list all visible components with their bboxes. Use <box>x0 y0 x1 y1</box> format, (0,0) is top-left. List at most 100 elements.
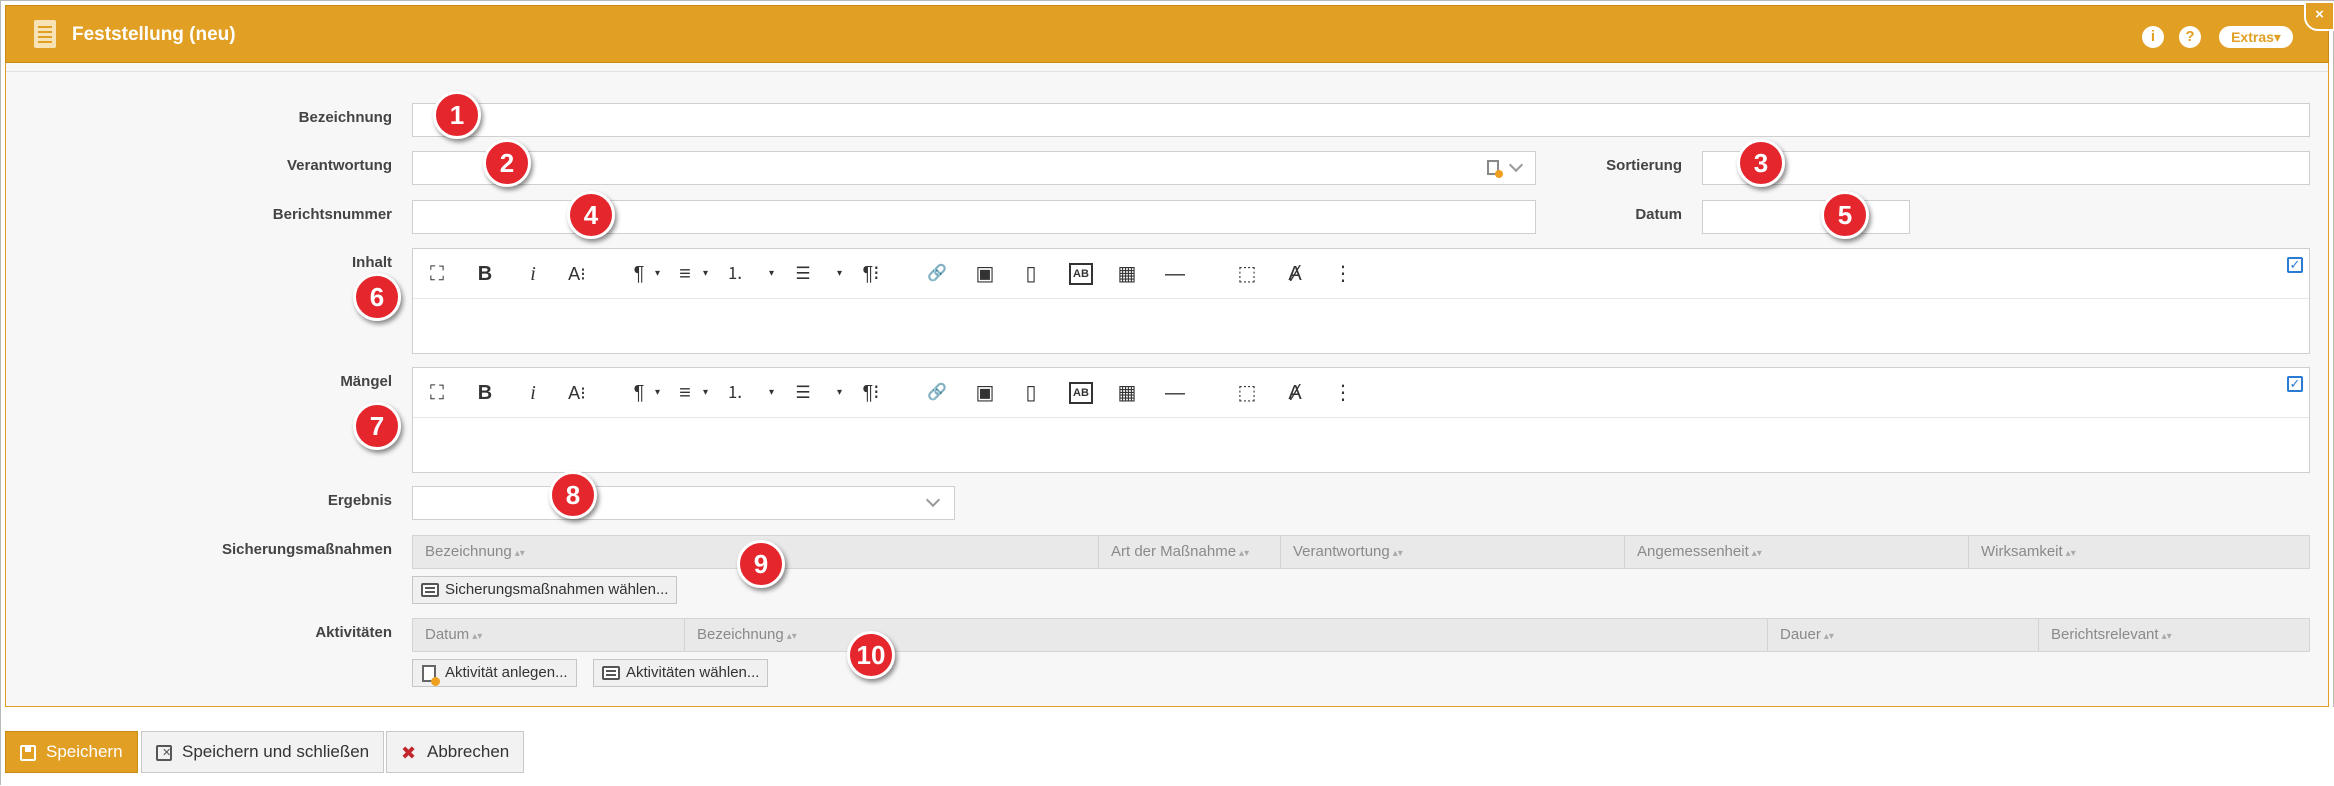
image-icon[interactable]: ▣ <box>975 380 995 406</box>
more-icon[interactable]: ⋮ <box>1333 380 1353 406</box>
sort-icon[interactable]: ▴▾ <box>1239 548 1249 559</box>
unordered-list-icon[interactable]: ☰ <box>793 261 813 287</box>
column-header-datum[interactable]: Datum ▴▾ <box>413 619 685 651</box>
new-document-icon[interactable] <box>1485 158 1503 178</box>
ergebnis-select[interactable] <box>412 486 955 520</box>
bezeichnung-input[interactable] <box>412 103 2310 137</box>
marker-3: 3 <box>1737 139 1785 187</box>
chevron-down-icon[interactable]: ▾ <box>837 380 842 406</box>
marker-1: 1 <box>433 91 481 139</box>
ergebnis-label: Ergebnis <box>327 492 392 509</box>
bold-icon[interactable]: B <box>475 380 495 406</box>
sort-icon[interactable]: ▴▾ <box>1824 631 1834 642</box>
marker-7: 7 <box>353 402 401 450</box>
save-and-close-button[interactable]: Speichern und schließen <box>141 731 385 773</box>
special-characters-icon[interactable]: AB <box>1069 263 1093 285</box>
horizontal-line-icon[interactable]: — <box>1165 380 1185 406</box>
list-icon <box>602 666 620 680</box>
italic-icon[interactable]: i <box>523 380 543 406</box>
align-icon[interactable]: ≡ <box>675 261 695 287</box>
dialog-footer: Speichern Speichern und schließen ✖ Abbr… <box>1 707 2334 786</box>
fullscreen-icon[interactable]: ⛶ <box>427 261 447 287</box>
font-size-icon[interactable]: A⁝ <box>567 380 587 406</box>
marker-10: 10 <box>847 631 895 679</box>
align-icon[interactable]: ≡ <box>675 380 695 406</box>
sort-icon[interactable]: ▴▾ <box>1393 548 1403 559</box>
chevron-down-icon[interactable]: ▾ <box>703 261 708 287</box>
chevron-down-icon[interactable]: ▾ <box>703 380 708 406</box>
column-header-berichtsrelevant[interactable]: Berichtsrelevant ▴▾ <box>2039 619 2309 651</box>
paragraph-format-icon[interactable]: ¶ <box>629 380 649 406</box>
cancel-button[interactable]: ✖ Abbrechen <box>386 731 525 773</box>
clear-formatting-icon[interactable]: Ⱥ <box>1285 261 1305 287</box>
help-icon[interactable]: ? <box>2179 26 2201 48</box>
ordered-list-icon[interactable]: ⒈ <box>725 261 745 287</box>
verantwortung-select[interactable] <box>412 151 1536 185</box>
paragraph-style-icon[interactable]: ¶⁝ <box>861 261 881 287</box>
marker-6: 6 <box>353 273 401 321</box>
bold-icon[interactable]: B <box>475 261 495 287</box>
select-all-icon[interactable]: ⬚ <box>1237 261 1257 287</box>
table-icon[interactable]: ▦ <box>1117 261 1137 287</box>
chevron-down-icon[interactable]: ▾ <box>837 261 842 287</box>
column-header-dauer[interactable]: Dauer ▴▾ <box>1768 619 2039 651</box>
aktivitaeten-label: Aktivitäten <box>315 624 392 641</box>
sicherung-table-header: Bezeichnung ▴▾ Art der Maßnahme ▴▾ Verantw… <box>412 535 2310 569</box>
chevron-down-icon[interactable]: ▾ <box>769 380 774 406</box>
chevron-down-icon[interactable]: ▾ <box>655 261 660 287</box>
more-icon[interactable]: ⋮ <box>1333 261 1353 287</box>
close-icon[interactable]: × <box>2304 1 2334 31</box>
sort-icon[interactable]: ▴▾ <box>1752 548 1762 559</box>
unordered-list-icon[interactable]: ☰ <box>793 380 813 406</box>
marker-8: 8 <box>549 471 597 519</box>
sort-icon[interactable]: ▴▾ <box>2066 548 2076 559</box>
table-icon[interactable]: ▦ <box>1117 380 1137 406</box>
link-icon[interactable]: 🔗 <box>927 261 947 287</box>
clear-formatting-icon[interactable]: Ⱥ <box>1285 380 1305 406</box>
link-icon[interactable]: 🔗 <box>927 380 947 406</box>
sort-icon[interactable]: ▴▾ <box>2162 631 2172 642</box>
paragraph-format-icon[interactable]: ¶ <box>629 261 649 287</box>
datum-input[interactable] <box>1702 200 1910 234</box>
sort-icon[interactable]: ▴▾ <box>787 631 797 642</box>
chevron-down-icon[interactable]: ▾ <box>769 261 774 287</box>
checkbox-icon[interactable]: ✓ <box>2287 257 2303 273</box>
checkbox-icon[interactable]: ✓ <box>2287 376 2303 392</box>
chevron-down-icon[interactable]: ▾ <box>655 380 660 406</box>
choose-sicherung-button[interactable]: Sicherungsmaßnahmen wählen... <box>412 576 678 604</box>
verantwortung-label: Verantwortung <box>286 157 392 174</box>
maengel-label: Mängel <box>340 373 392 390</box>
create-aktivitaet-button[interactable]: Aktivität anlegen... <box>412 659 577 687</box>
sort-icon[interactable]: ▴▾ <box>472 631 482 642</box>
image-icon[interactable]: ▣ <box>975 261 995 287</box>
sicherung-label: Sicherungsmaßnahmen <box>221 541 392 558</box>
column-header-wirksamkeit[interactable]: Wirksamkeit ▴▾ <box>1969 536 2309 568</box>
column-header-angemessenheit[interactable]: Angemessenheit ▴▾ <box>1625 536 1969 568</box>
berichtsnummer-label: Berichtsnummer <box>272 206 392 223</box>
save-button[interactable]: Speichern <box>5 731 138 773</box>
special-characters-icon[interactable]: AB <box>1069 382 1093 404</box>
chevron-down-icon[interactable] <box>1508 157 1524 173</box>
sort-icon[interactable]: ▴▾ <box>515 548 525 559</box>
fullscreen-icon[interactable]: ⛶ <box>427 380 447 406</box>
italic-icon[interactable]: i <box>523 261 543 287</box>
file-icon[interactable]: ▯ <box>1021 261 1041 287</box>
file-icon[interactable]: ▯ <box>1021 380 1041 406</box>
extras-button[interactable]: Extras▾ <box>2219 26 2293 48</box>
maengel-editor[interactable]: ⛶ B i A⁝ ¶ ▾ ≡ ▾ ⒈ ▾ ☰ ▾ ¶⁝ 🔗 ▣ ▯ AB ▦ —… <box>412 367 2310 473</box>
new-document-icon <box>422 665 440 686</box>
column-header-verantwortung[interactable]: Verantwortung ▴▾ <box>1281 536 1625 568</box>
sortierung-input[interactable] <box>1702 151 2310 185</box>
select-all-icon[interactable]: ⬚ <box>1237 380 1257 406</box>
column-header-art[interactable]: Art der Maßnahme ▴▾ <box>1099 536 1281 568</box>
chevron-down-icon[interactable] <box>925 492 941 508</box>
horizontal-line-icon[interactable]: — <box>1165 261 1185 287</box>
inhalt-editor[interactable]: ⛶ B i A⁝ ¶ ▾ ≡ ▾ ⒈ ▾ ☰ ▾ ¶⁝ 🔗 ▣ ▯ AB ▦ —… <box>412 248 2310 354</box>
info-icon[interactable]: i <box>2142 26 2164 48</box>
ordered-list-icon[interactable]: ⒈ <box>725 380 745 406</box>
choose-aktivitaeten-button[interactable]: Aktivitäten wählen... <box>593 659 769 687</box>
extras-label: Extras <box>2231 29 2274 45</box>
close-icon: ✖ <box>401 743 417 763</box>
font-size-icon[interactable]: A⁝ <box>567 261 587 287</box>
paragraph-style-icon[interactable]: ¶⁝ <box>861 380 881 406</box>
